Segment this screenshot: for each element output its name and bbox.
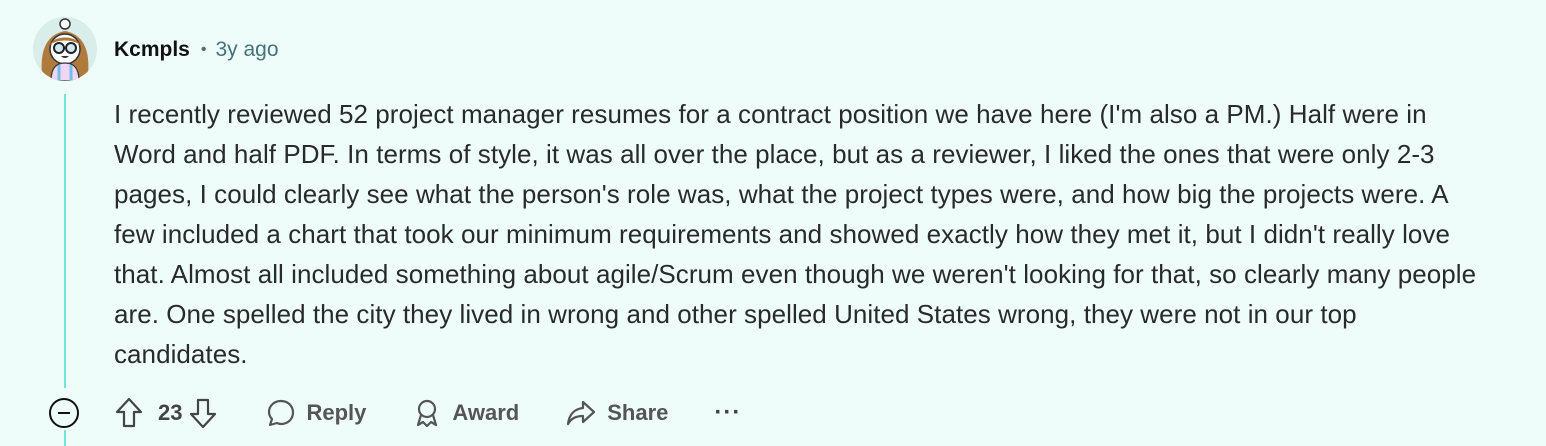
share-label: Share	[607, 400, 669, 425]
award-icon	[417, 399, 438, 428]
vote-count: 23	[158, 400, 183, 425]
arrow-down-icon	[190, 398, 217, 429]
reply-label: Reply	[306, 400, 367, 425]
award-label: Award	[452, 400, 520, 425]
reply-button[interactable]: Reply	[256, 392, 376, 434]
share-button[interactable]: Share	[555, 392, 678, 434]
upvote-button[interactable]	[112, 396, 146, 430]
speech-bubble-icon	[268, 399, 295, 427]
avatar[interactable]	[33, 17, 97, 81]
more-options-button[interactable]: ···	[714, 399, 741, 427]
award-button[interactable]: Award	[402, 392, 529, 434]
comment-meta: Kcmpls • 3y ago	[114, 36, 279, 64]
author-name[interactable]: Kcmpls	[114, 38, 190, 62]
thread-line-continuation[interactable]	[64, 430, 66, 446]
arrow-up-icon	[115, 397, 143, 428]
avatar-illustration	[33, 17, 97, 81]
meta-separator: •	[200, 41, 207, 58]
timestamp[interactable]: 3y ago	[215, 38, 278, 62]
share-arrow-icon	[567, 400, 596, 426]
action-bar: 23 Reply Award Share ···	[112, 392, 741, 434]
downvote-button[interactable]	[186, 396, 220, 430]
comment-body: I recently reviewed 52 project manager r…	[114, 99, 1477, 369]
comment: Kcmpls • 3y ago I recently reviewed 52 p…	[0, 0, 1546, 446]
collapse-thread-button[interactable]	[49, 398, 79, 428]
ellipsis-icon: ···	[714, 399, 742, 426]
thread-line[interactable]	[64, 94, 66, 388]
